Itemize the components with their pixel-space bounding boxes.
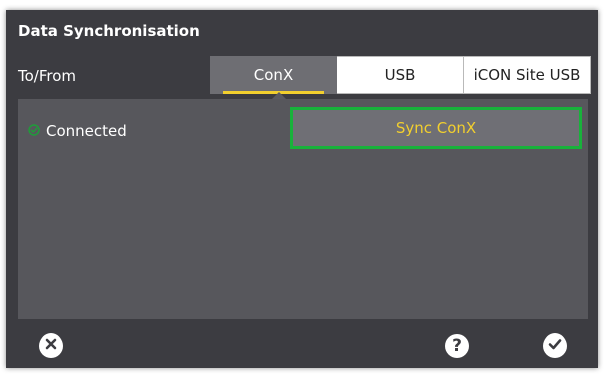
check-circle-icon	[28, 122, 40, 140]
check-circle-icon	[543, 332, 567, 361]
status-label: Connected	[46, 122, 127, 140]
tab-icon-site-usb[interactable]: iCON Site USB	[464, 56, 591, 94]
content-panel: Connected Sync ConX	[18, 99, 588, 319]
confirm-button[interactable]	[543, 332, 567, 361]
data-sync-dialog: Data Synchronisation To/From ConX USB iC…	[6, 10, 598, 368]
tab-conx[interactable]: ConX	[210, 56, 337, 94]
source-tabs: ConX USB iCON Site USB	[210, 56, 591, 94]
close-circle-icon	[39, 332, 63, 361]
dialog-title: Data Synchronisation	[18, 22, 200, 40]
sync-conx-button[interactable]: Sync ConX	[290, 107, 582, 149]
tab-usb[interactable]: USB	[337, 56, 464, 94]
connection-status: Connected	[28, 122, 127, 140]
help-icon: ?	[452, 336, 462, 356]
sync-button-label: Sync ConX	[395, 119, 477, 137]
to-from-label: To/From	[18, 67, 77, 85]
help-button[interactable]: ?	[445, 334, 469, 358]
tab-pointer	[272, 92, 286, 99]
close-button[interactable]	[39, 332, 63, 361]
